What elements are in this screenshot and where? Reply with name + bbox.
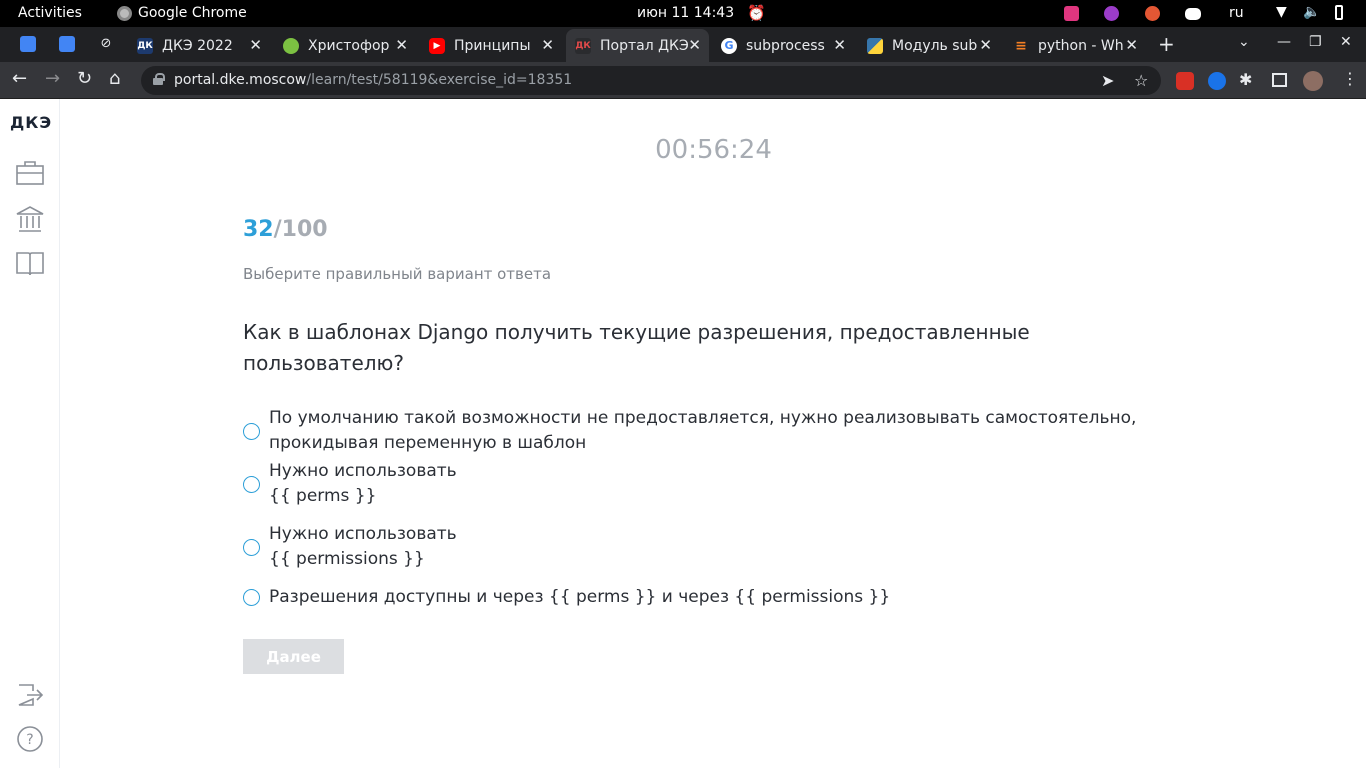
new-tab-icon[interactable]: +: [1158, 32, 1175, 56]
bookmark-star-icon[interactable]: ☆: [1134, 71, 1148, 90]
tab-title: Портал ДКЭ: [600, 37, 688, 54]
reload-icon[interactable]: ↻: [77, 69, 92, 89]
minimize-icon[interactable]: —: [1277, 34, 1291, 50]
test-timer: 00:56:24: [655, 135, 772, 165]
keyboard-layout[interactable]: ru: [1229, 5, 1244, 21]
extension-icon[interactable]: [1208, 72, 1226, 90]
wifi-icon[interactable]: ▼: [1276, 4, 1287, 20]
activities-button[interactable]: Activities: [18, 5, 82, 21]
url-text[interactable]: portal.dke.moscow/learn/test/58119&exerc…: [174, 72, 572, 88]
answer-option-text: Нужно использовать {{ perms }}: [269, 461, 457, 506]
book-icon[interactable]: [15, 249, 45, 277]
current-question-number: 32: [243, 217, 274, 242]
volume-icon[interactable]: 🔈: [1303, 4, 1320, 20]
url-host: portal.dke.moscow: [174, 72, 307, 88]
python-favicon: [867, 37, 883, 54]
tab-python-module[interactable]: Модуль sub ✕: [858, 29, 1000, 62]
tab-subprocess[interactable]: G subprocess ✕: [712, 29, 854, 62]
radio-button[interactable]: [243, 538, 260, 556]
answer-option-4[interactable]: Разрешения доступны и через {{ perms }} …: [243, 585, 890, 610]
stackoverflow-favicon: ≡: [1015, 37, 1027, 54]
chrome-icon: [117, 5, 132, 21]
help-icon[interactable]: ?: [15, 725, 45, 753]
tab-stackoverflow[interactable]: ≡ python - Wh ✕: [1004, 29, 1146, 62]
answer-option-1[interactable]: По умолчанию такой возможности не предос…: [243, 406, 1136, 456]
tab-title: Христофор: [308, 37, 390, 54]
tab-dke-2022[interactable]: ДК ДКЭ 2022 ✕: [128, 29, 270, 62]
question-counter: 32/100: [243, 217, 328, 242]
tray-app-icon[interactable]: [1145, 6, 1160, 21]
lock-icon[interactable]: [153, 73, 165, 85]
radio-button[interactable]: [243, 475, 260, 493]
answer-option-text: Разрешения доступны и через {{ perms }} …: [269, 587, 891, 607]
maximize-icon[interactable]: ❐: [1309, 34, 1322, 50]
battery-icon[interactable]: [1335, 5, 1343, 20]
chrome-menu-icon[interactable]: ⋮: [1342, 69, 1358, 88]
tray-app-icon[interactable]: [1064, 6, 1079, 21]
portal-sidebar: ДКЭ ?: [0, 99, 60, 768]
youtube-favicon: ▶: [429, 37, 445, 54]
dke-portal-favicon: ДК: [575, 37, 591, 54]
institution-icon[interactable]: [15, 205, 45, 233]
tab-search-chevron-icon[interactable]: ⌄: [1238, 34, 1250, 50]
clock[interactable]: июн 11 14:43: [637, 5, 734, 21]
close-tab-icon[interactable]: ✕: [541, 36, 554, 54]
forward-icon[interactable]: →: [45, 69, 60, 89]
answer-option-2[interactable]: Нужно использовать {{ perms }}: [243, 459, 457, 509]
radio-button[interactable]: [243, 422, 260, 440]
extension-icon[interactable]: [1176, 72, 1194, 90]
test-page: 00:56:24 32/100 Выберите правильный вари…: [61, 99, 1366, 768]
back-icon[interactable]: ←: [12, 69, 27, 89]
instruction-text: Выберите правильный вариант ответа: [243, 265, 552, 283]
app-menu[interactable]: Google Chrome: [117, 5, 247, 21]
close-tab-icon[interactable]: ✕: [979, 36, 992, 54]
tab-youtube[interactable]: ▶ Принципы ✕: [420, 29, 562, 62]
close-tab-icon[interactable]: ✕: [395, 36, 408, 54]
url-path: /learn/test/58119&exercise_id=18351: [306, 72, 573, 88]
address-bar[interactable]: portal.dke.moscow/learn/test/58119&exerc…: [141, 66, 1161, 95]
radio-button[interactable]: [243, 589, 260, 606]
question-text: Как в шаблонах Django получить текущие р…: [243, 320, 1030, 375]
app-name: Google Chrome: [138, 5, 247, 21]
send-icon[interactable]: ➤: [1101, 71, 1114, 90]
tab-hristofor[interactable]: Христофор ✕: [274, 29, 416, 62]
tab-title: subprocess: [746, 37, 825, 54]
dke-favicon: ДК: [137, 37, 153, 54]
system-top-bar: Activities Google Chrome июн 11 14:43 ⏰ …: [0, 0, 1366, 27]
tab-strip: ⊘ ДК ДКЭ 2022 ✕ Христофор ✕ ▶ Принципы ✕…: [0, 27, 1366, 62]
tab-title: Принципы: [454, 37, 531, 54]
pinned-tab-link-icon[interactable]: ⊘: [98, 36, 114, 52]
briefcase-icon[interactable]: [15, 159, 45, 187]
extensions-puzzle-icon[interactable]: ✱: [1239, 70, 1252, 89]
tab-title: ДКЭ 2022: [162, 37, 233, 54]
close-window-icon[interactable]: ✕: [1340, 34, 1352, 50]
discord-icon[interactable]: [1185, 8, 1201, 20]
side-panel-icon[interactable]: [1272, 73, 1287, 87]
dke-logo[interactable]: ДКЭ: [10, 113, 52, 132]
green-circle-favicon: [283, 37, 299, 54]
close-tab-icon[interactable]: ✕: [688, 36, 701, 54]
tab-dke-portal[interactable]: ДК Портал ДКЭ ✕: [566, 29, 709, 62]
browser-toolbar: ← → ↻ ⌂ portal.dke.moscow/learn/test/581…: [0, 62, 1366, 99]
logout-icon[interactable]: [15, 681, 45, 709]
next-button[interactable]: Далее: [243, 639, 344, 674]
answer-option-text: По умолчанию такой возможности не предос…: [269, 408, 1137, 453]
alarm-icon: ⏰: [747, 4, 766, 22]
pinned-tab-docs[interactable]: [59, 36, 75, 52]
answer-option-text: Нужно использовать {{ permissions }}: [269, 524, 457, 569]
total-questions: /100: [273, 217, 328, 242]
tab-title: Модуль sub: [892, 37, 978, 54]
answer-option-3[interactable]: Нужно использовать {{ permissions }}: [243, 522, 457, 572]
pinned-tab-docs[interactable]: [20, 36, 36, 52]
profile-avatar[interactable]: [1303, 71, 1323, 91]
close-tab-icon[interactable]: ✕: [833, 36, 846, 54]
google-favicon: G: [721, 37, 737, 54]
tab-title: python - Wh: [1038, 37, 1124, 54]
svg-text:?: ?: [26, 732, 33, 748]
close-tab-icon[interactable]: ✕: [1125, 36, 1138, 54]
close-tab-icon[interactable]: ✕: [249, 36, 262, 54]
home-icon[interactable]: ⌂: [109, 69, 120, 89]
tray-app-icon[interactable]: [1104, 6, 1119, 21]
